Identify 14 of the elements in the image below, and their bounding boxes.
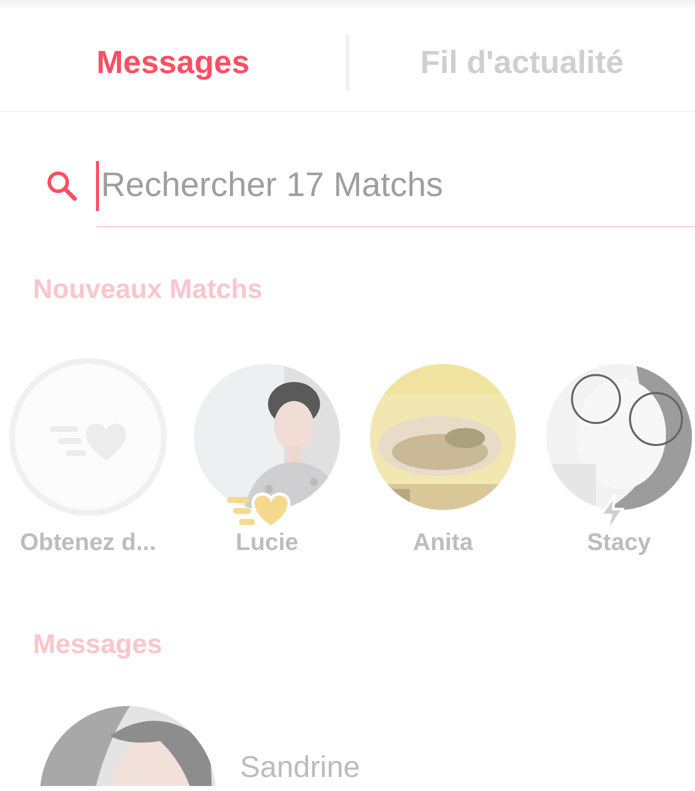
tab[interactable]: Messages	[0, 36, 346, 89]
match-name: Obtenez d...	[20, 529, 156, 557]
match-item[interactable]: Stacy	[542, 357, 695, 557]
match-name: Stacy	[586, 529, 652, 557]
match-item[interactable]: Anita	[366, 357, 520, 557]
contact-name: Sandrine	[240, 752, 360, 784]
match-item[interactable]: Lucie	[190, 357, 344, 557]
conversation-item[interactable]: Sandrine	[0, 706, 695, 786]
match-name: Lucie	[236, 529, 298, 557]
promo-item[interactable]: Obtenez d...	[8, 357, 168, 557]
match-name: Anita	[413, 529, 473, 557]
section-heading: Nouveaux Matchs	[33, 274, 263, 305]
search-field[interactable]: Rechercher 17 Matchs	[96, 146, 695, 226]
section-heading: Messages	[33, 629, 162, 660]
